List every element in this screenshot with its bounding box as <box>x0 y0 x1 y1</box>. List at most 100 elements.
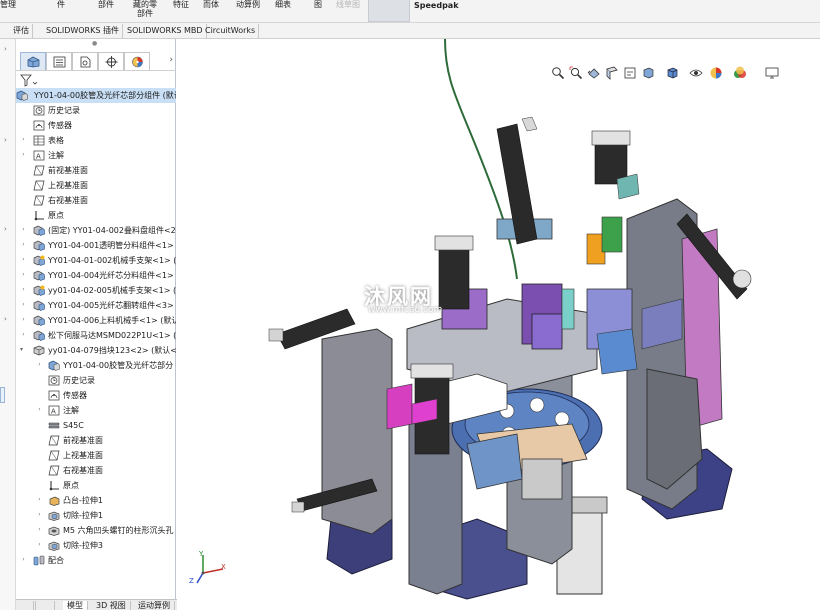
tree-component[interactable]: › YY01-04-006上料机械手<1> (默认 <box>16 313 176 328</box>
expand-arrow-icon[interactable]: › <box>20 241 27 248</box>
strip-arrow-icon[interactable]: › <box>4 45 7 53</box>
tree-part-child[interactable]: 原点 <box>16 478 176 493</box>
expand-arrow-icon[interactable]: › <box>36 496 43 503</box>
tab-solidworks-mbd[interactable]: SOLIDWORKS MBD <box>124 24 207 39</box>
tree-component[interactable]: › (固定) YY01-04-002叠料盘组件<2 <box>16 223 176 238</box>
bottom-tab-model[interactable]: 模型 <box>63 601 88 610</box>
tree-part-feature[interactable]: › M5 六角凹头螺钉的柱形沉头孔 <box>16 523 176 538</box>
expand-arrow-icon[interactable]: › <box>20 301 27 308</box>
expand-arrow-icon[interactable]: › <box>36 526 43 533</box>
expand-arrow-icon[interactable]: › <box>20 316 27 323</box>
tree-history[interactable]: 历史记录 <box>16 103 176 118</box>
expand-arrow-icon[interactable]: › <box>36 406 43 413</box>
cut-icon <box>48 540 60 551</box>
bottom-tab-motion-study[interactable]: 运动算例 <box>134 601 175 610</box>
expand-arrow-icon[interactable]: › <box>36 511 43 518</box>
ribbon-item-0[interactable]: 管理 <box>0 0 16 9</box>
ribbon-item-3[interactable]: 藏的零 <box>133 0 157 9</box>
strip-arrow-icon[interactable]: › <box>4 225 7 233</box>
expand-arrow-icon[interactable]: › <box>20 136 27 143</box>
sub-icon <box>33 315 45 326</box>
tree-component[interactable]: › YY01-04-004光纤芯分料组件<1> <box>16 268 176 283</box>
triad-y-label: Y <box>199 550 204 558</box>
expand-arrow-icon[interactable]: › <box>36 361 43 368</box>
tree-component[interactable]: › YY01-04-005光纤芯翻转组件<3> <box>16 298 176 313</box>
tree-part-child[interactable]: 上视基准面 <box>16 448 176 463</box>
ribbon-selected-button[interactable] <box>368 0 410 22</box>
tab-display-manager[interactable] <box>124 52 150 70</box>
ribbon-item-5[interactable]: 而体 <box>203 0 219 9</box>
tree-part-child[interactable]: 前视基准面 <box>16 433 176 448</box>
expand-arrow-icon[interactable]: › <box>20 256 27 263</box>
feature-manager-panel: ● › ▾YY01-04-00胶管及光纤芯部分组件 (默认历史记录传感器›表格›… <box>16 39 176 610</box>
tab-configuration-manager[interactable] <box>72 52 98 70</box>
material-icon <box>48 420 60 431</box>
tree-part-feature[interactable]: › 切除-拉伸3 <box>16 538 176 553</box>
tab-evaluate[interactable]: 评估 <box>10 24 33 39</box>
assembly-3d-model[interactable] <box>177 39 820 610</box>
strip-tab[interactable] <box>0 387 5 403</box>
strip-arrow-icon[interactable]: › <box>4 136 7 144</box>
tree-part-material[interactable]: S45C <box>16 418 176 433</box>
bottom-tab-arrows[interactable] <box>35 601 55 610</box>
filter-icon[interactable] <box>20 74 40 87</box>
tree-item-label: 切除-拉伸1 <box>63 511 103 520</box>
sub-icon <box>33 270 45 281</box>
ribbon-item-1[interactable]: 件 <box>57 0 65 9</box>
tabs-scroll-right-icon[interactable]: › <box>169 55 173 65</box>
ribbon-item-8[interactable]: 图 <box>314 0 322 9</box>
solidworks-window: 管理 件 部件 藏的零 部件 特征 而体 动算例 细表 图 线草图 Speedp… <box>0 0 820 610</box>
tree-mates[interactable]: › 配合 <box>16 553 176 568</box>
tab-feature-tree[interactable] <box>20 52 46 70</box>
feature-manager-tabs: › <box>16 51 176 71</box>
tree-part-child[interactable]: › YY01-04-00胶管及光纤芯部分 <box>16 358 176 373</box>
tab-solidworks-addins[interactable]: SOLIDWORKS 插件 <box>43 24 123 39</box>
tree-component[interactable]: › yy01-04-02-005机械手支架<1> ( <box>16 283 176 298</box>
watermark: 沐风网 www.mfcad.com <box>337 277 507 317</box>
tree-part-feature[interactable]: › 凸台-拉伸1 <box>16 493 176 508</box>
tree-part-child[interactable]: 传感器 <box>16 388 176 403</box>
speedpak-button[interactable]: Speedpak <box>414 1 459 10</box>
tree-origin[interactable]: 原点 <box>16 208 176 223</box>
expand-arrow-icon[interactable]: › <box>20 226 27 233</box>
tree-front-plane[interactable]: 前视基准面 <box>16 163 176 178</box>
ribbon-item-6[interactable]: 动算例 <box>236 0 260 9</box>
tab-property-manager[interactable] <box>46 52 72 70</box>
ribbon-item-4[interactable]: 特征 <box>173 0 189 9</box>
expand-arrow-icon[interactable]: › <box>20 151 27 158</box>
tree-part-feature[interactable]: › 切除-拉伸1 <box>16 508 176 523</box>
tree-sensors[interactable]: 传感器 <box>16 118 176 133</box>
tree-item-label: 历史记录 <box>48 106 80 115</box>
tree-top-plane[interactable]: 上视基准面 <box>16 178 176 193</box>
ribbon-item-9[interactable]: 线草图 <box>336 0 360 9</box>
watermark-url: www.mfcad.com <box>368 305 443 315</box>
tree-annotations[interactable]: › A 注解 <box>16 148 176 163</box>
ribbon-item-2[interactable]: 部件 <box>98 0 114 9</box>
tree-component[interactable]: › YY01-04-01-002机械手支架<1> ( <box>16 253 176 268</box>
expand-arrow-icon[interactable]: › <box>20 286 27 293</box>
tab-dimxpert[interactable] <box>98 52 124 70</box>
expand-arrow-icon[interactable]: › <box>36 541 43 548</box>
tree-part-child[interactable]: › A 注解 <box>16 403 176 418</box>
bottom-tab-3d-view[interactable]: 3D 视图 <box>92 601 131 610</box>
expand-arrow-icon[interactable]: › <box>20 331 27 338</box>
expand-arrow-icon[interactable]: › <box>20 556 27 563</box>
tree-component[interactable]: › 松下伺服马达MSMD022P1U<1> ( <box>16 328 176 343</box>
tree-part-child[interactable]: 历史记录 <box>16 373 176 388</box>
tree-item-label: 前视基准面 <box>63 436 103 445</box>
tree-root-assembly[interactable]: ▾YY01-04-00胶管及光纤芯部分组件 (默认 <box>16 88 176 103</box>
panel-grip-icon[interactable]: ● <box>92 40 97 47</box>
tree-part[interactable]: ▾ yy01-04-079挡块123<2> (默认<< <box>16 343 176 358</box>
tree-tables[interactable]: › 表格 <box>16 133 176 148</box>
plane-icon <box>48 465 60 476</box>
strip-arrow-icon[interactable]: › <box>4 315 7 323</box>
tree-item-label: S45C <box>63 421 84 430</box>
tab-circuitworks[interactable]: CircuitWorks <box>202 24 260 39</box>
tree-part-child[interactable]: 右视基准面 <box>16 463 176 478</box>
expand-arrow-icon[interactable]: › <box>20 271 27 278</box>
graphics-area[interactable]: 沐风网 www.mfcad.com Y X Z <box>177 39 820 610</box>
collapse-arrow-icon[interactable]: ▾ <box>18 346 25 353</box>
tree-right-plane[interactable]: 右视基准面 <box>16 193 176 208</box>
ribbon-item-7[interactable]: 细表 <box>275 0 291 9</box>
tree-component[interactable]: › YY01-04-001透明管分料组件<1> <box>16 238 176 253</box>
